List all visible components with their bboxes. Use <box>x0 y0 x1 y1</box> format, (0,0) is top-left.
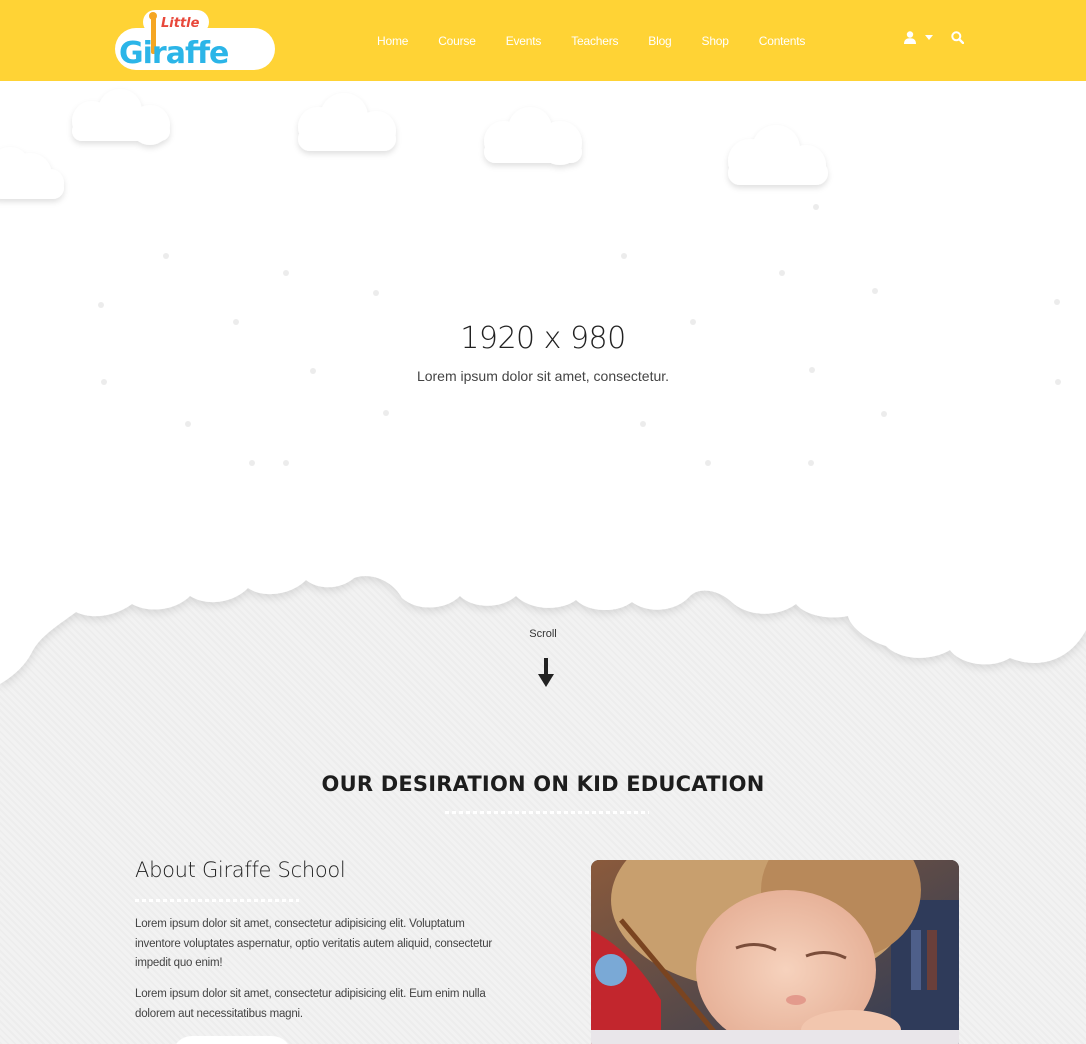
nav-item-course[interactable]: Course <box>438 34 476 48</box>
about-divider <box>135 899 299 902</box>
cloud-3 <box>484 107 582 165</box>
svg-text:Giraffe: Giraffe <box>119 36 228 71</box>
section-title: OUR DESIRATION ON KID EDUCATION <box>321 772 765 796</box>
nav-item-blog[interactable]: Blog <box>648 34 671 48</box>
about-paragraph-1: Lorem ipsum dolor sit amet, consectetur … <box>135 918 493 969</box>
site-logo[interactable]: Little Giraffe <box>113 6 279 74</box>
arrow-down-icon[interactable] <box>538 658 554 688</box>
scroll-label: Scroll <box>529 628 557 640</box>
about-title: About Giraffe School <box>135 858 346 882</box>
user-menu-button[interactable] <box>904 31 933 44</box>
about-photo <box>591 860 959 1044</box>
button-shape[interactable] <box>172 1036 292 1044</box>
cloud-2 <box>298 93 396 151</box>
cloud-1 <box>72 89 170 145</box>
nav-item-contents[interactable]: Contents <box>759 34 806 48</box>
cloud-5 <box>0 147 64 199</box>
nav-item-events[interactable]: Events <box>506 34 542 48</box>
hero-subtitle: Lorem ipsum dolor sit amet, consectetur. <box>416 368 670 384</box>
caret-down-icon <box>925 35 933 40</box>
cloud-4 <box>728 125 828 185</box>
main-nav: Home Course Events Teachers Blog Shop Co… <box>362 0 820 81</box>
search-icon[interactable] <box>951 31 964 44</box>
about-paragraph-2: Lorem ipsum dolor sit amet, consectetur … <box>135 988 486 1020</box>
site-header: Little Giraffe Home Course Events Teache… <box>0 0 1086 81</box>
nav-item-shop[interactable]: Shop <box>702 34 729 48</box>
hero-title: 1920 x 980 <box>460 321 626 356</box>
user-icon <box>904 31 916 44</box>
nav-item-home[interactable]: Home <box>377 34 408 48</box>
header-tools <box>904 31 964 44</box>
nav-item-teachers[interactable]: Teachers <box>571 34 618 48</box>
svg-text:Little: Little <box>161 16 200 31</box>
section-divider <box>445 811 649 814</box>
